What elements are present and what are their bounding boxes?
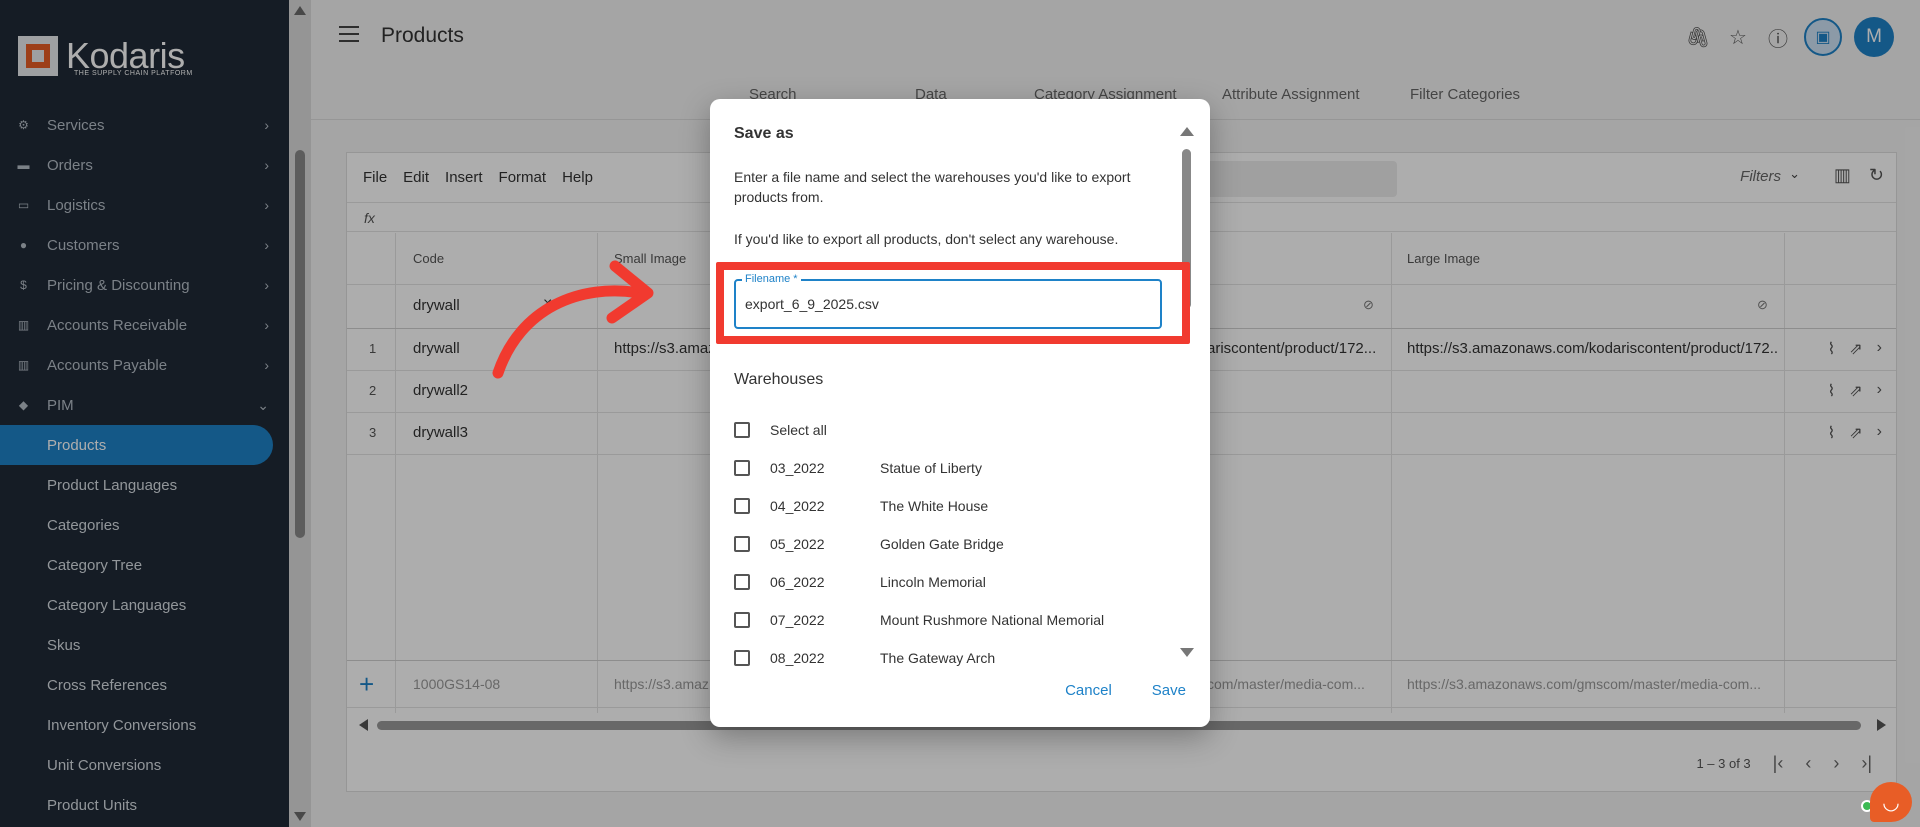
- checkbox[interactable]: [734, 574, 750, 590]
- warehouse-list: Select all 03_2022 Statue of Liberty 04_2…: [734, 411, 1164, 677]
- warehouse-option[interactable]: 04_2022 The White House: [734, 487, 1164, 525]
- warehouses-title: Warehouses: [734, 371, 824, 388]
- checkbox[interactable]: [734, 498, 750, 514]
- warehouse-name: Statue of Liberty: [880, 460, 982, 476]
- scroll-up-icon[interactable]: [1180, 127, 1194, 136]
- annotation-arrow-icon: [492, 260, 654, 379]
- warehouse-code: 04_2022: [770, 498, 825, 514]
- dialog-title: Save as: [734, 125, 794, 142]
- dialog-description: Enter a file name and select the warehou…: [734, 169, 1131, 205]
- checkbox[interactable]: [734, 422, 750, 438]
- chat-icon[interactable]: ◡: [1870, 782, 1912, 822]
- warehouse-name: Golden Gate Bridge: [880, 536, 1004, 552]
- checkbox[interactable]: [734, 650, 750, 666]
- warehouse-option[interactable]: 03_2022 Statue of Liberty: [734, 449, 1164, 487]
- select-all-option[interactable]: Select all: [734, 411, 1164, 449]
- warehouse-code: 03_2022: [770, 460, 825, 476]
- warehouse-option[interactable]: 05_2022 Golden Gate Bridge: [734, 525, 1164, 563]
- warehouse-option[interactable]: 07_2022 Mount Rushmore National Memorial: [734, 601, 1164, 639]
- checkbox[interactable]: [734, 536, 750, 552]
- warehouse-name: Lincoln Memorial: [880, 574, 986, 590]
- warehouse-code: 06_2022: [770, 574, 825, 590]
- save-as-dialog: Save as Enter a file name and select the…: [710, 99, 1210, 727]
- select-all-label: Select all: [770, 422, 827, 438]
- cancel-button[interactable]: Cancel: [1065, 682, 1112, 699]
- warehouse-name: The Gateway Arch: [880, 650, 996, 666]
- checkbox[interactable]: [734, 612, 750, 628]
- warehouse-option[interactable]: 08_2022 The Gateway Arch: [734, 639, 1164, 677]
- warehouse-name: The White House: [880, 498, 989, 514]
- save-button[interactable]: Save: [1152, 682, 1186, 699]
- warehouse-code: 08_2022: [770, 650, 825, 666]
- filename-value[interactable]: export_6_9_2025.csv: [745, 296, 879, 312]
- scroll-down-icon[interactable]: [1180, 648, 1194, 657]
- dialog-scrollbar[interactable]: [1180, 127, 1194, 657]
- dialog-actions: Cancel Save: [1065, 682, 1186, 699]
- filename-label: Filename *: [742, 273, 801, 285]
- warehouse-option[interactable]: 06_2022 Lincoln Memorial: [734, 563, 1164, 601]
- dialog-note: If you'd like to export all products, do…: [734, 231, 1119, 247]
- warehouse-code: 07_2022: [770, 612, 825, 628]
- checkbox[interactable]: [734, 460, 750, 476]
- warehouse-name: Mount Rushmore National Memorial: [880, 612, 1105, 628]
- warehouse-code: 05_2022: [770, 536, 825, 552]
